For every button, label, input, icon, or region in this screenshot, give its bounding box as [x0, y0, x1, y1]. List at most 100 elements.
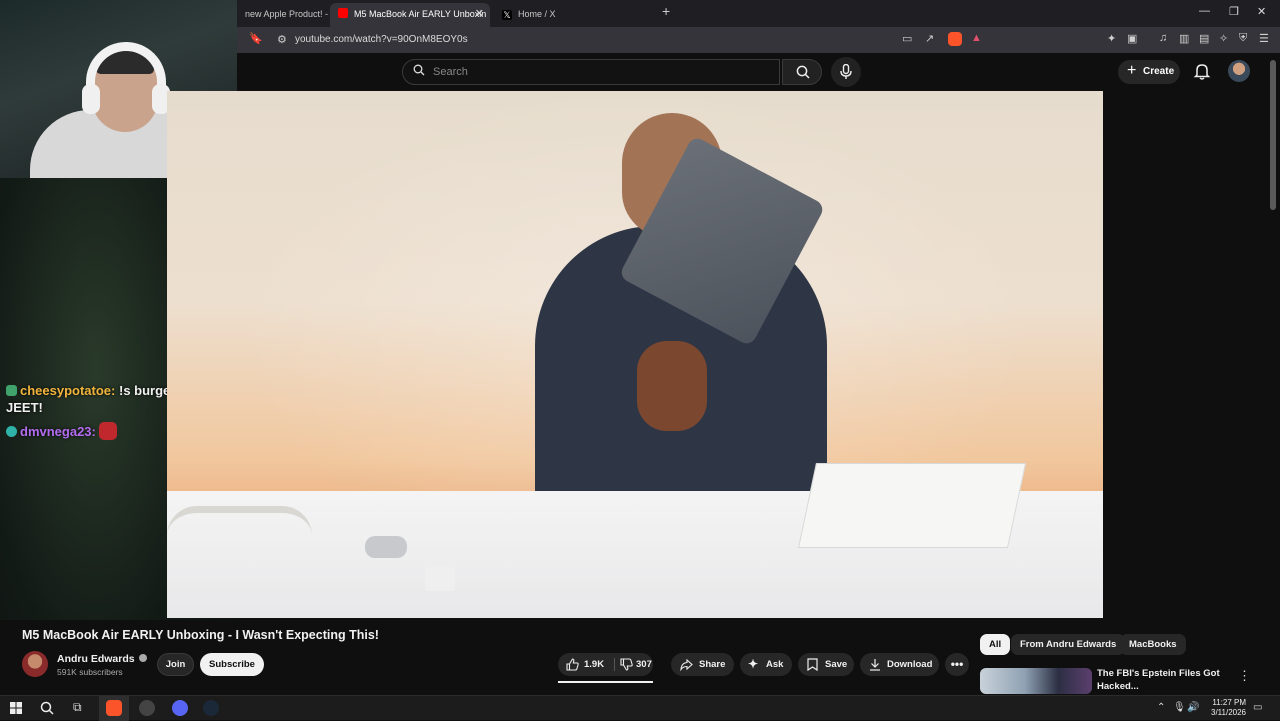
wallet-icon[interactable]: ▤	[1199, 32, 1209, 45]
tab-youtube-active[interactable]: M5 MacBook Air EARLY Unboxin ✕	[330, 3, 490, 27]
ask-label: Ask	[766, 659, 784, 670]
verified-badge-icon	[138, 654, 147, 662]
tab-label: new Apple Product! - Y	[245, 9, 329, 19]
more-actions-icon[interactable]: •••	[945, 653, 969, 676]
tab-label: M5 MacBook Air EARLY Unboxin	[354, 9, 487, 19]
youtube-favicon-icon	[338, 8, 348, 18]
sweater-bear-graphic	[637, 341, 707, 431]
close-tab-icon[interactable]: ✕	[475, 3, 484, 25]
packaging-ring	[167, 506, 312, 536]
notification-center-icon[interactable]: ▭	[1253, 702, 1262, 713]
close-window-icon[interactable]: ✕	[1257, 5, 1266, 18]
join-button[interactable]: Join	[157, 653, 194, 676]
subscribe-button[interactable]: Subscribe	[200, 653, 264, 676]
new-tab-icon[interactable]: +	[662, 3, 670, 19]
like-button[interactable]: 1.9K	[558, 653, 614, 676]
share-label: Share	[699, 659, 726, 670]
share-button[interactable]: Share	[671, 653, 734, 676]
search-button[interactable]	[782, 59, 822, 85]
brave-shields-icon[interactable]	[948, 32, 962, 46]
tab-x-home[interactable]: 𝕏 Home / X	[494, 3, 654, 27]
power-adapter	[425, 567, 455, 591]
recommended-video-thumbnail[interactable]	[980, 668, 1092, 694]
discord-icon[interactable]	[172, 700, 188, 716]
recommended-video-title[interactable]: The FBI's Epstein Files Got Hacked...	[1097, 667, 1227, 693]
taskbar-search-icon[interactable]	[40, 701, 54, 715]
media-icon[interactable]: ♫	[1159, 32, 1167, 44]
plus-icon: +	[1127, 62, 1137, 79]
subscriber-count: 591K subscribers	[57, 667, 123, 677]
page-scrollbar[interactable]	[1270, 60, 1276, 210]
account-avatar[interactable]	[1228, 60, 1250, 82]
tab-label: Home / X	[518, 9, 556, 19]
dislike-button[interactable]: 307	[615, 653, 653, 676]
voice-search-button[interactable]	[831, 57, 861, 87]
chip-from-channel[interactable]: From Andru Edwards	[1011, 634, 1126, 655]
site-settings-icon[interactable]: ⚙	[277, 27, 287, 53]
save-button[interactable]: Save	[798, 653, 854, 676]
url-text: youtube.com/watch?v=90OnM8EOY0s	[295, 34, 468, 45]
chat-badge-icon	[6, 385, 17, 396]
macbook-box	[797, 463, 1027, 548]
chat-username: cheesypotatoe:	[20, 383, 116, 398]
chat-emote-icon	[98, 422, 117, 440]
headset-band	[86, 42, 166, 92]
system-clock[interactable]: 11:27 PM 3/11/2026	[1198, 698, 1246, 718]
brave-rewards-icon[interactable]: ▲	[971, 32, 982, 44]
obs-icon[interactable]	[139, 700, 155, 716]
thumbs-down-icon	[620, 658, 633, 671]
screenshot-icon[interactable]: ▣	[1127, 32, 1137, 45]
bookmark-icon[interactable]: 🔖	[249, 32, 263, 45]
video-player[interactable]	[167, 91, 1103, 618]
chat-badge-icon	[6, 426, 17, 437]
notifications-bell-icon[interactable]	[1192, 61, 1212, 81]
search-icon	[413, 64, 425, 76]
channel-name-link[interactable]: Andru Edwards	[57, 653, 147, 665]
recommended-more-icon[interactable]: ⋮	[1238, 668, 1251, 684]
brave-browser-icon[interactable]	[106, 700, 122, 716]
microphone-icon	[840, 64, 852, 79]
video-title: M5 MacBook Air EARLY Unboxing - I Wasn't…	[22, 628, 379, 642]
share-page-icon[interactable]: ↗	[925, 32, 934, 45]
ask-button[interactable]: ✦ Ask	[740, 653, 792, 676]
headset-cup-left	[82, 84, 100, 114]
extensions-icon[interactable]: ✦	[1107, 32, 1116, 45]
cast-icon[interactable]: ▭	[902, 32, 912, 45]
dislike-count: 307	[636, 659, 652, 670]
task-view-icon[interactable]: ⧉	[73, 700, 82, 715]
tab-apple-product[interactable]: new Apple Product! - Y	[237, 3, 329, 27]
clock-date: 3/11/2026	[1211, 708, 1246, 717]
share-icon	[680, 658, 693, 671]
chat-text-continued: JEET!	[6, 400, 43, 415]
vpn-icon[interactable]: ⛨	[1239, 32, 1247, 45]
chip-macbooks[interactable]: MacBooks	[1120, 634, 1186, 655]
save-label: Save	[825, 659, 848, 670]
sparkle-icon: ✦	[748, 657, 759, 671]
chat-username: dmvnega23:	[20, 424, 96, 439]
browser-tab-bar: new Apple Product! - Y M5 MacBook Air EA…	[237, 0, 1280, 27]
url-field[interactable]: ⚙ youtube.com/watch?v=90OnM8EOY0s	[267, 27, 982, 53]
microphone-tray-icon[interactable]: 🎙	[1173, 702, 1186, 713]
create-button[interactable]: + Create	[1118, 60, 1180, 84]
leo-ai-icon[interactable]: ✧	[1219, 32, 1228, 45]
thumbs-up-icon	[566, 658, 579, 671]
sidebar-icon[interactable]: ▥	[1179, 32, 1189, 45]
download-button[interactable]: Download	[860, 653, 939, 676]
channel-name: Andru Edwards	[57, 653, 135, 665]
steam-icon[interactable]	[203, 700, 219, 716]
windows-start-icon[interactable]	[10, 702, 22, 714]
search-icon	[796, 65, 810, 79]
tray-overflow-icon[interactable]: ⌃	[1157, 702, 1165, 713]
clock-time: 11:27 PM	[1212, 698, 1246, 707]
x-favicon-icon: 𝕏	[502, 10, 512, 20]
chip-all[interactable]: All	[980, 634, 1011, 655]
like-dislike-group: 1.9K 307	[558, 653, 653, 676]
search-input[interactable]: Search	[402, 59, 780, 85]
youtube-header: Search + Create	[237, 53, 1280, 91]
search-placeholder: Search	[433, 66, 468, 78]
menu-icon[interactable]: ☰	[1259, 32, 1269, 45]
minimize-icon[interactable]: —	[1199, 5, 1210, 17]
bookmark-save-icon	[807, 658, 818, 671]
restore-icon[interactable]: ❐	[1229, 5, 1239, 18]
channel-avatar[interactable]	[22, 651, 48, 677]
